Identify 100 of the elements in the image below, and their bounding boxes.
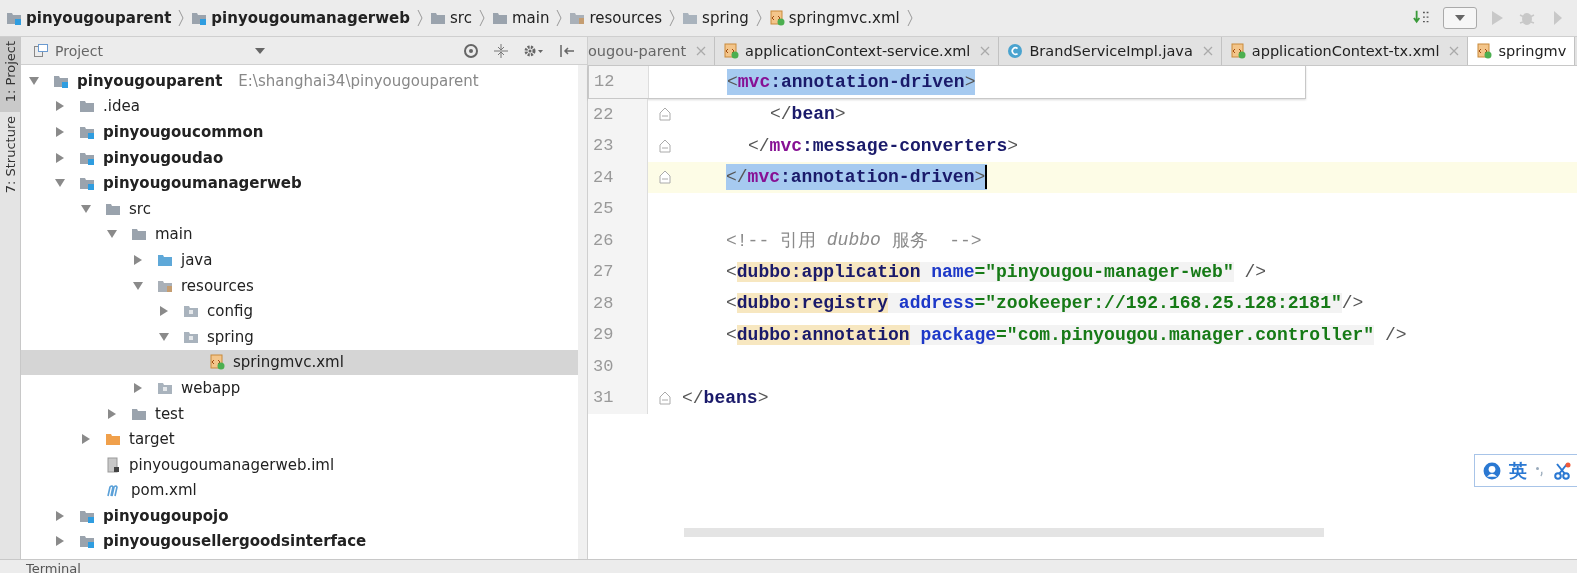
editor-tab[interactable]: ougou-parent bbox=[588, 37, 716, 65]
tool-window-tab[interactable]: 1: Project bbox=[0, 37, 20, 113]
file-icon bbox=[105, 456, 121, 473]
close-icon[interactable] bbox=[1449, 46, 1460, 56]
module-folder-icon bbox=[191, 10, 208, 26]
input-method-toolbar[interactable]: 英 bbox=[1474, 454, 1577, 487]
tree-item[interactable]: pinyougoudao bbox=[21, 144, 578, 171]
line-number: 31 bbox=[588, 382, 648, 414]
line-number: 26 bbox=[588, 224, 648, 256]
line-number: 24 bbox=[588, 161, 648, 193]
user-avatar-icon bbox=[1483, 461, 1501, 480]
chevron-icon bbox=[477, 8, 486, 28]
breadcrumb-item[interactable]: resources bbox=[569, 9, 663, 27]
caret-icon bbox=[1455, 15, 1465, 21]
collapsed-arrow-icon[interactable] bbox=[81, 434, 91, 445]
collapsed-arrow-icon[interactable] bbox=[55, 101, 65, 112]
project-view-selector[interactable]: Project bbox=[33, 42, 103, 59]
tree-item[interactable]: webapp bbox=[21, 375, 578, 401]
code-line: <!-- 引用 dubbo 服务 --> bbox=[726, 229, 982, 254]
breadcrumb-item[interactable]: pinyougoumanagerweb bbox=[191, 9, 410, 27]
expanded-arrow-icon[interactable] bbox=[55, 178, 65, 189]
expanded-arrow-icon[interactable] bbox=[133, 280, 143, 291]
folder-icon bbox=[105, 431, 121, 448]
fold-marker-icon[interactable] bbox=[659, 390, 671, 405]
module-folder-icon bbox=[79, 533, 95, 550]
collapsed-arrow-icon[interactable] bbox=[55, 536, 65, 547]
collapsed-arrow-icon[interactable] bbox=[133, 254, 143, 265]
tree-item[interactable]: .idea bbox=[21, 93, 578, 120]
tree-item[interactable]: pinyougouparent E:\shanghai34\pinyougouparent bbox=[21, 68, 578, 94]
fold-marker-icon[interactable] bbox=[659, 107, 671, 122]
editor-tab[interactable]: springmv bbox=[1468, 37, 1576, 65]
code-line: <dubbo:application name="pinyougou-manager-web" /> bbox=[726, 260, 1267, 284]
xml-file-icon bbox=[1229, 43, 1246, 59]
tree-item[interactable]: springmvc.xml bbox=[21, 349, 578, 376]
code-line: <dubbo:annotation package="com.pinyougou.manager.controller" /> bbox=[726, 323, 1407, 347]
line-number: 28 bbox=[588, 287, 648, 319]
module-folder-icon bbox=[79, 124, 95, 140]
collapsed-arrow-icon[interactable] bbox=[55, 127, 65, 137]
tree-item[interactable]: spring bbox=[21, 323, 578, 350]
expanded-arrow-icon[interactable] bbox=[107, 229, 117, 240]
tree-item[interactable]: java bbox=[21, 247, 578, 273]
scissors-icon bbox=[1553, 461, 1571, 480]
tree-item[interactable]: pinyougoumanagerweb.iml bbox=[21, 451, 578, 478]
tree-item[interactable]: pinyougoupojo bbox=[21, 503, 578, 529]
xml-file-icon bbox=[723, 43, 740, 59]
run-config-dropdown[interactable] bbox=[1443, 7, 1477, 29]
dropdown-arrow-icon[interactable] bbox=[254, 47, 265, 54]
folder-icon bbox=[131, 226, 147, 243]
tree-item[interactable]: pom.xml bbox=[21, 477, 578, 504]
line-number: 29 bbox=[588, 319, 648, 351]
expanded-arrow-icon[interactable] bbox=[159, 331, 169, 342]
folder-icon bbox=[491, 10, 508, 26]
collapsed-arrow-icon[interactable] bbox=[55, 152, 65, 163]
collapsed-arrow-icon[interactable] bbox=[159, 306, 169, 317]
breadcrumb-item[interactable]: spring bbox=[682, 9, 749, 27]
close-icon[interactable] bbox=[696, 46, 707, 56]
fold-marker-icon[interactable] bbox=[659, 170, 671, 185]
folder-icon bbox=[79, 98, 95, 115]
xml-file-icon bbox=[209, 354, 225, 371]
tree-item[interactable]: test bbox=[21, 400, 578, 427]
breadcrumb-item[interactable]: springmvc.xml bbox=[768, 9, 900, 27]
folder-icon bbox=[682, 10, 699, 26]
editor-tab[interactable]: applicationContext-tx.xml bbox=[1221, 37, 1469, 65]
editor-tab[interactable]: applicationContext-service.xml bbox=[715, 37, 1000, 65]
collapsed-arrow-icon[interactable] bbox=[133, 382, 143, 393]
tree-item[interactable]: target bbox=[21, 426, 578, 452]
module-folder-icon bbox=[6, 10, 22, 26]
folder-icon bbox=[569, 10, 586, 26]
close-icon[interactable] bbox=[980, 46, 991, 56]
code-line: </beans> bbox=[682, 386, 769, 410]
tree-item[interactable]: resources bbox=[21, 272, 578, 299]
hide-panel-icon[interactable] bbox=[559, 42, 575, 59]
breadcrumb-item[interactable]: pinyougouparent bbox=[6, 9, 172, 27]
tree-item[interactable]: src bbox=[21, 195, 578, 222]
editor-tab[interactable]: BrandServiceImpl.java bbox=[999, 37, 1222, 65]
close-icon[interactable] bbox=[1202, 46, 1213, 56]
tree-item[interactable]: config bbox=[21, 298, 578, 324]
collapsed-arrow-icon[interactable] bbox=[55, 510, 65, 521]
xml-file-icon bbox=[1476, 43, 1493, 59]
folder-icon bbox=[430, 10, 446, 26]
code-line: <dubbo:registry address="zookeeper://192.168.25.128:2181"/> bbox=[726, 292, 1364, 316]
tool-window-tab[interactable]: 7: Structure bbox=[0, 112, 20, 204]
locate-icon[interactable] bbox=[463, 42, 479, 59]
code-line: </bean> bbox=[770, 103, 846, 127]
horizontal-scrollbar[interactable] bbox=[684, 528, 1324, 537]
collapse-icon[interactable] bbox=[493, 42, 509, 59]
project-icon bbox=[33, 42, 49, 59]
tree-item[interactable]: pinyougousellergoodsinterface bbox=[21, 528, 578, 555]
breadcrumb-item[interactable]: src bbox=[430, 9, 472, 27]
tree-item[interactable]: pinyougoumanagerweb bbox=[21, 170, 578, 196]
expanded-arrow-icon[interactable] bbox=[29, 75, 39, 86]
fold-marker-icon[interactable] bbox=[659, 138, 671, 153]
line-number: 22 bbox=[588, 98, 648, 130]
tree-item[interactable]: pinyougoucommon bbox=[21, 119, 578, 145]
collapsed-arrow-icon[interactable] bbox=[107, 408, 117, 419]
tree-item[interactable]: main bbox=[21, 221, 578, 248]
expanded-arrow-icon[interactable] bbox=[81, 203, 91, 214]
class-icon bbox=[1007, 43, 1024, 59]
breadcrumb-item[interactable]: main bbox=[491, 9, 550, 27]
module-folder-icon bbox=[79, 175, 95, 192]
